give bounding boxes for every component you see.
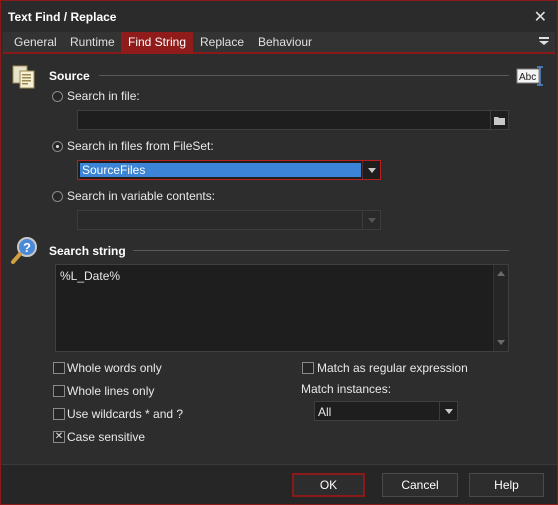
search-in-file-label: Search in file: xyxy=(67,89,140,103)
variable-dropdown[interactable] xyxy=(77,210,381,230)
scroll-down-icon[interactable] xyxy=(497,340,505,345)
whole-lines-checkbox[interactable] xyxy=(53,385,65,397)
source-divider xyxy=(99,75,509,76)
search-string-textarea[interactable]: %L_Date% xyxy=(55,264,509,352)
svg-text:Abc: Abc xyxy=(519,72,536,83)
search-in-fileset-radio[interactable] xyxy=(52,141,63,152)
wildcards-label: Use wildcards * and ? xyxy=(67,407,184,421)
match-instances-dropdown[interactable]: All xyxy=(314,401,458,421)
search-string-divider xyxy=(133,250,509,251)
chevron-down-icon[interactable] xyxy=(362,211,380,229)
fileset-dropdown-value: SourceFiles xyxy=(80,163,361,177)
find-string-panel: Source Abc Search in file: Search in fil… xyxy=(3,56,555,463)
title-bar: Text Find / Replace ✕ xyxy=(1,1,557,32)
folder-icon[interactable] xyxy=(490,111,508,129)
search-string-value: %L_Date% xyxy=(60,269,121,283)
help-button[interactable]: Help xyxy=(469,473,544,497)
source-section-title: Source xyxy=(49,69,90,83)
regex-label: Match as regular expression xyxy=(317,361,468,375)
search-in-fileset-label: Search in files from FileSet: xyxy=(67,139,214,153)
file-path-input[interactable] xyxy=(77,110,509,130)
search-in-file-radio[interactable] xyxy=(52,91,63,102)
cancel-button[interactable]: Cancel xyxy=(382,473,458,497)
textarea-scrollbar[interactable] xyxy=(493,265,508,351)
regex-checkbox[interactable] xyxy=(302,362,314,374)
chevron-down-icon[interactable] xyxy=(362,161,380,179)
ok-button[interactable]: OK xyxy=(292,473,365,497)
case-sensitive-label: Case sensitive xyxy=(67,430,146,444)
match-instances-label: Match instances: xyxy=(301,382,392,396)
tab-general[interactable]: General xyxy=(7,32,64,54)
match-instances-value: All xyxy=(318,405,332,419)
svg-text:?: ? xyxy=(23,240,31,255)
tab-replace[interactable]: Replace xyxy=(193,32,251,54)
whole-words-label: Whole words only xyxy=(67,361,162,375)
whole-words-checkbox[interactable] xyxy=(53,362,65,374)
text-abc-icon: Abc xyxy=(516,66,543,86)
close-icon[interactable]: ✕ xyxy=(534,7,547,27)
tab-runtime[interactable]: Runtime xyxy=(63,32,122,54)
whole-lines-label: Whole lines only xyxy=(67,384,155,398)
tab-find-string[interactable]: Find String xyxy=(121,32,194,54)
tab-bar: General Runtime Find String Replace Beha… xyxy=(3,32,555,54)
dialog-footer: OK Cancel Help xyxy=(1,464,557,504)
tab-menu-icon[interactable] xyxy=(539,37,549,47)
wildcards-checkbox[interactable] xyxy=(53,408,65,420)
search-in-variable-radio[interactable] xyxy=(52,191,63,202)
fileset-dropdown[interactable]: SourceFiles xyxy=(77,160,381,180)
scroll-up-icon[interactable] xyxy=(497,271,505,276)
chevron-down-icon[interactable] xyxy=(439,402,457,420)
magnifier-help-icon: ? xyxy=(11,237,37,264)
tab-behaviour[interactable]: Behaviour xyxy=(251,32,319,54)
dialog-window: Text Find / Replace ✕ General Runtime Fi… xyxy=(0,0,558,505)
documents-icon xyxy=(12,65,35,89)
case-sensitive-checkbox[interactable]: ✕ xyxy=(53,431,65,443)
search-string-section-title: Search string xyxy=(49,244,126,258)
search-in-variable-label: Search in variable contents: xyxy=(67,189,216,203)
window-title: Text Find / Replace xyxy=(8,10,117,24)
